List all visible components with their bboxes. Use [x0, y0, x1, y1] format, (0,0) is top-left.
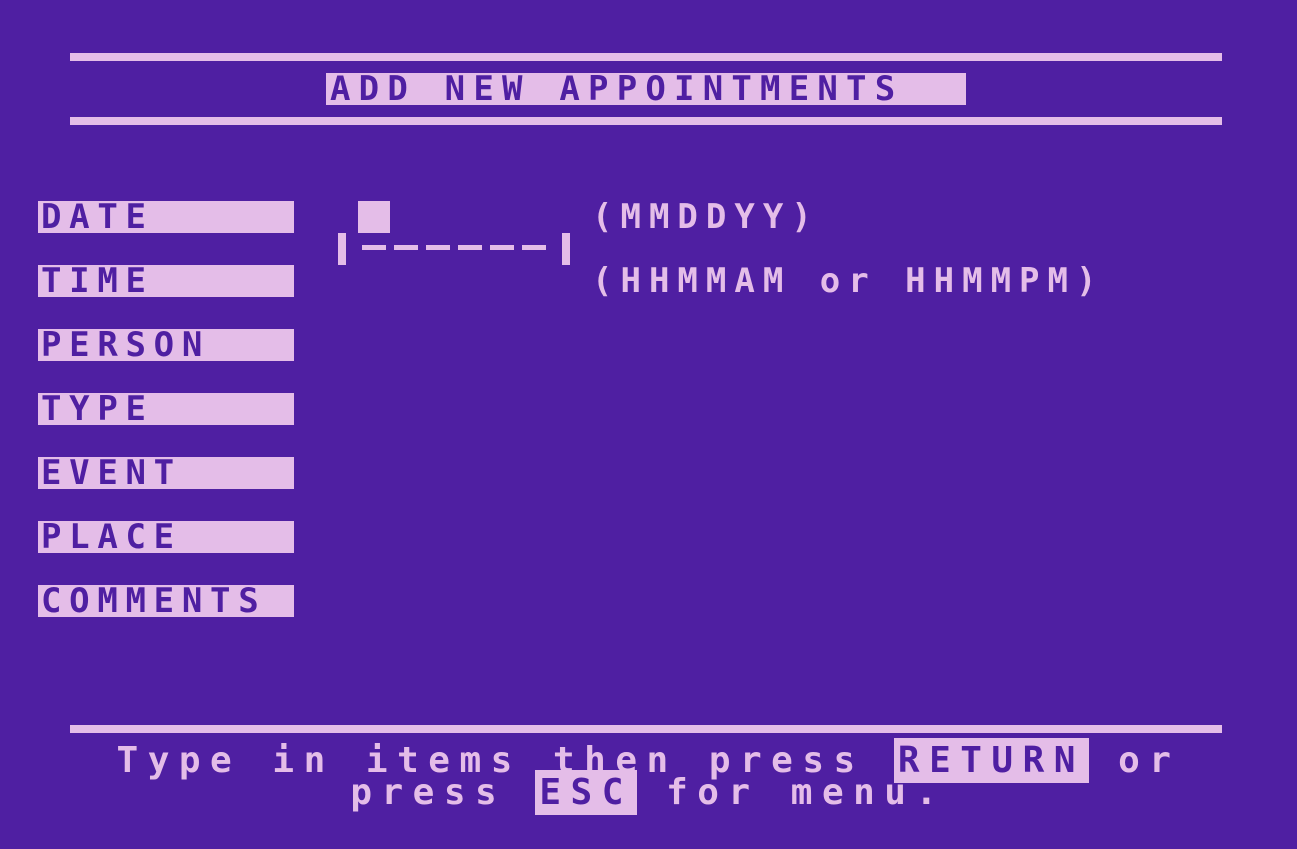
- placeholder-dash: [394, 245, 418, 250]
- footer-text: press: [350, 772, 538, 813]
- field-label-date: DATE: [38, 200, 294, 234]
- field-label-comments: COMMENTS: [38, 584, 294, 618]
- placeholder-dash: [458, 245, 482, 250]
- field-label-person: PERSON: [38, 328, 294, 362]
- title-underline: [70, 117, 1222, 125]
- text-cursor: [358, 201, 390, 233]
- footer-line-2: press ESC for menu.: [0, 770, 1297, 815]
- placeholder-dash: [362, 245, 386, 250]
- top-rule: [70, 53, 1222, 61]
- esc-key[interactable]: ESC: [535, 770, 637, 815]
- field-label-event: EVENT: [38, 456, 294, 490]
- placeholder-dash: [426, 245, 450, 250]
- placeholder-dash: [490, 245, 514, 250]
- field-label-type: TYPE: [38, 392, 294, 426]
- footer-text: or: [1086, 740, 1181, 781]
- date-format-hint: (MMDDYY): [592, 197, 820, 237]
- date-field-left-bracket: [338, 233, 346, 265]
- field-label-time: TIME: [38, 264, 294, 298]
- field-label-place: PLACE: [38, 520, 294, 554]
- footer-text: for menu.: [634, 772, 947, 813]
- screen-title: ADD NEW APPOINTMENTS: [326, 72, 966, 106]
- placeholder-dash: [522, 245, 546, 250]
- time-format-hint: (HHMMAM or HHMMPM): [592, 261, 1105, 301]
- footer-rule: [70, 725, 1222, 733]
- date-field-right-bracket: [562, 233, 570, 265]
